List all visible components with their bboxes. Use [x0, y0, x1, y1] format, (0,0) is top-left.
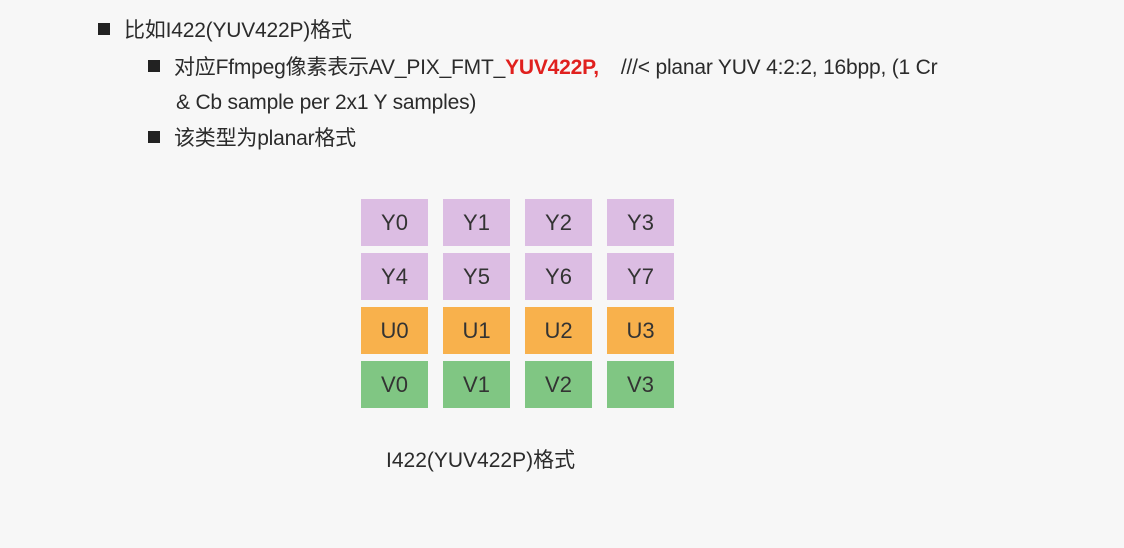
bullet-level2-continuation: & Cb sample per 2x1 Y samples) [176, 91, 477, 114]
y-sample-cell: Y3 [607, 199, 674, 246]
u-sample-cell: U2 [525, 307, 592, 354]
square-bullet-icon [148, 60, 160, 73]
y-sample-cell: Y0 [361, 199, 428, 246]
u-sample-cell: U3 [607, 307, 674, 354]
y-sample-cell: Y1 [443, 199, 510, 246]
pixel-format-highlight: YUV422P, [505, 56, 599, 79]
y-sample-cell: Y2 [525, 199, 592, 246]
diagram-caption: I422(YUV422P)格式 [386, 449, 576, 472]
u-sample-cell: U0 [361, 307, 428, 354]
y-sample-cell: Y7 [607, 253, 674, 300]
bullet-level2: 对应Ffmpeg像素表示AV_PIX_FMT_YUV422P, ///< plan… [148, 53, 938, 83]
bullet-level1: 比如I422(YUV422P)格式 [98, 16, 352, 46]
y-sample-cell: Y4 [361, 253, 428, 300]
v-sample-cell: V0 [361, 361, 428, 408]
u-sample-cell: U1 [443, 307, 510, 354]
square-bullet-icon [148, 131, 160, 144]
y-sample-cell: Y6 [525, 253, 592, 300]
bullet-level2-prefix: 对应Ffmpeg像素表示AV_PIX_FMT_ [174, 56, 506, 79]
bullet-level1-text: 比如I422(YUV422P)格式 [124, 19, 352, 42]
bullet-level3-text: 该类型为planar格式 [174, 127, 356, 150]
v-sample-cell: V2 [525, 361, 592, 408]
y-sample-cell: Y5 [443, 253, 510, 300]
v-sample-cell: V3 [607, 361, 674, 408]
square-bullet-icon [98, 23, 110, 36]
v-sample-cell: V1 [443, 361, 510, 408]
bullet-level3: 该类型为planar格式 [148, 124, 356, 154]
bullet-level2-comment: ///< planar YUV 4:2:2, 16bpp, (1 Cr [620, 56, 938, 79]
